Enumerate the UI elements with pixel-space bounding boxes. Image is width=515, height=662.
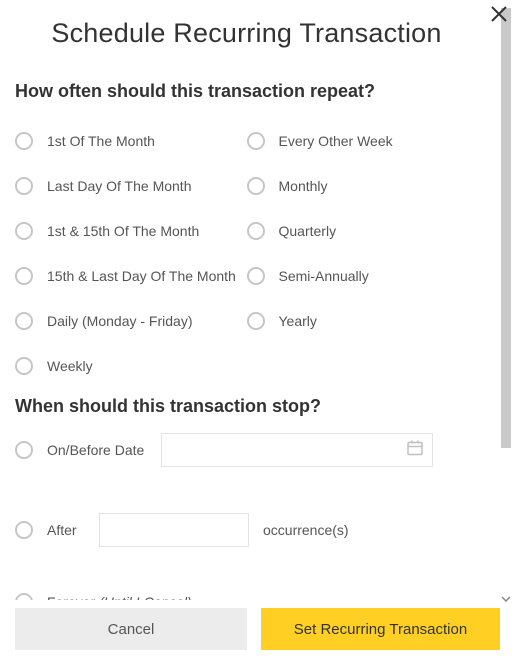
modal-title: Schedule Recurring Transaction [15, 18, 478, 49]
radio-label: 1st & 15th Of The Month [47, 223, 199, 239]
radio-icon[interactable] [247, 267, 265, 285]
radio-label: Daily (Monday - Friday) [47, 313, 192, 329]
freq-option-quarterly[interactable]: Quarterly [247, 208, 479, 253]
scrollbar-track[interactable] [501, 8, 511, 588]
radio-icon[interactable] [15, 312, 33, 330]
stop-date-input[interactable] [161, 433, 433, 467]
radio-icon[interactable] [15, 521, 33, 539]
radio-label: After [47, 522, 87, 538]
freq-option-15th-last[interactable]: 15th & Last Day Of The Month [15, 253, 247, 298]
radio-icon[interactable] [15, 132, 33, 150]
freq-option-daily[interactable]: Daily (Monday - Friday) [15, 298, 247, 343]
radio-label: Yearly [279, 313, 317, 329]
scroll-down-arrow[interactable] [501, 596, 511, 602]
freq-option-1st-of-month[interactable]: 1st Of The Month [15, 118, 247, 163]
radio-icon[interactable] [15, 267, 33, 285]
freq-option-yearly[interactable]: Yearly [247, 298, 479, 343]
occurrences-input[interactable] [99, 513, 249, 547]
stop-option-on-before-date[interactable]: On/Before Date [15, 433, 478, 467]
radio-icon[interactable] [15, 441, 33, 459]
radio-icon[interactable] [247, 312, 265, 330]
freq-option-monthly[interactable]: Monthly [247, 163, 479, 208]
frequency-heading: How often should this transaction repeat… [15, 81, 478, 102]
scrollbar-thumb[interactable] [501, 8, 511, 448]
stop-heading: When should this transaction stop? [15, 396, 478, 417]
radio-icon[interactable] [15, 357, 33, 375]
radio-label: 15th & Last Day Of The Month [47, 268, 236, 284]
set-recurring-button[interactable]: Set Recurring Transaction [261, 608, 500, 650]
radio-label: Quarterly [279, 223, 337, 239]
radio-label: Weekly [47, 358, 93, 374]
freq-option-last-day-of-month[interactable]: Last Day Of The Month [15, 163, 247, 208]
radio-icon[interactable] [247, 222, 265, 240]
calendar-icon[interactable] [406, 439, 424, 462]
close-icon[interactable] [489, 4, 509, 24]
radio-label: Last Day Of The Month [47, 178, 191, 194]
radio-label: 1st Of The Month [47, 133, 155, 149]
radio-icon[interactable] [15, 177, 33, 195]
radio-icon[interactable] [247, 132, 265, 150]
freq-option-every-other-week[interactable]: Every Other Week [247, 118, 479, 163]
radio-icon[interactable] [15, 222, 33, 240]
freq-option-semi-annually[interactable]: Semi-Annually [247, 253, 479, 298]
radio-label: On/Before Date [47, 442, 147, 458]
freq-option-weekly[interactable]: Weekly [15, 343, 247, 388]
radio-label: Semi-Annually [279, 268, 369, 284]
radio-icon[interactable] [247, 177, 265, 195]
radio-label: Monthly [279, 178, 328, 194]
cancel-button[interactable]: Cancel [15, 608, 247, 650]
occurrences-suffix: occurrence(s) [263, 522, 349, 538]
stop-option-after[interactable]: After occurrence(s) [15, 513, 478, 547]
radio-label: Every Other Week [279, 133, 393, 149]
freq-option-1st-15th[interactable]: 1st & 15th Of The Month [15, 208, 247, 253]
